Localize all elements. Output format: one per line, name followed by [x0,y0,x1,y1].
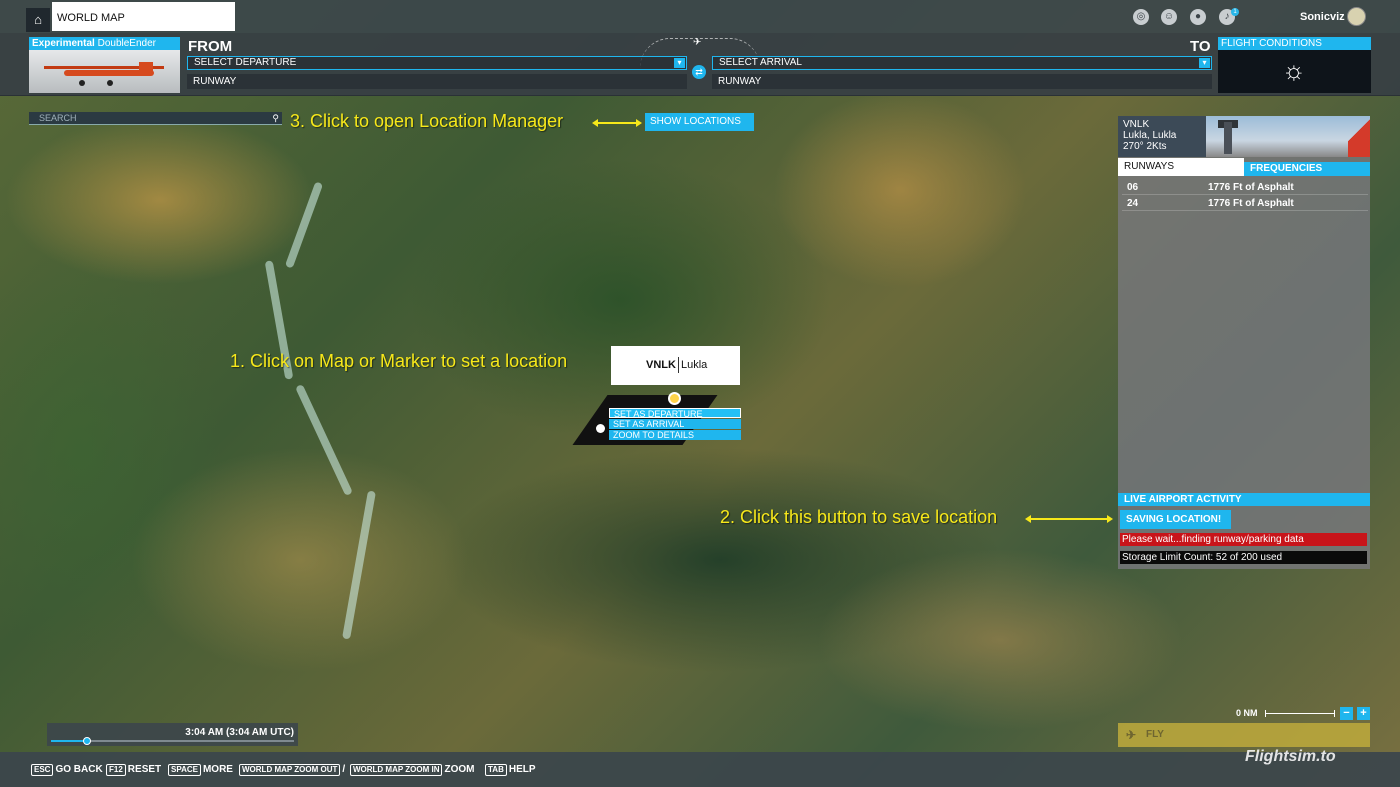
time-slider[interactable] [51,737,294,745]
arrival-select[interactable]: SELECT ARRIVAL ▾ [712,56,1212,70]
chevron-down-icon: ▾ [1199,58,1210,68]
runway-number: 06 [1127,182,1139,193]
hint-go-back[interactable]: ESC GO BACK [31,764,103,776]
plane-icon: ✈ [693,37,702,48]
storage-count: Storage Limit Count: 52 of 200 used [1120,551,1367,564]
search-icon: ⚲ [272,113,279,123]
annotation-step-3: 3. Click to open Location Manager [290,111,564,131]
airport-marker-icon[interactable] [668,392,681,405]
tab-runways[interactable]: RUNWAYS [1118,158,1244,176]
zoom-in-button[interactable]: + [1357,707,1370,720]
airport-icao: VNLK [1123,119,1150,130]
key-zoom-in: WORLD MAP ZOOM IN [349,764,443,776]
time-slider-handle[interactable] [83,737,92,745]
arrival-select-text: SELECT ARRIVAL [719,57,802,68]
friends-icon[interactable]: ☺ [1161,9,1177,25]
search-placeholder: SEARCH [39,113,77,123]
to-label: TO [1190,38,1211,55]
airport-panel: VNLK Lukla, Lukla 270° 2Kts RUNWAYS FREQ… [1118,116,1370,569]
aircraft-brand: Experimental [32,38,95,49]
key-tab: TAB [485,764,507,776]
notification-badge: 1 [1231,8,1239,16]
fly-label: FLY [1146,729,1164,740]
annotation-step-2: 2. Click this button to save location [720,507,998,527]
runway-row[interactable]: 06 1776 Ft of Asphalt [1122,180,1368,195]
airport-tabs: RUNWAYS FREQUENCIES [1118,158,1370,176]
hint-zoom[interactable]: WORLD MAP ZOOM OUT / WORLD MAP ZOOM IN ZOO… [239,764,474,776]
plane-icon: ✈ [1126,728,1137,742]
show-locations-button[interactable]: SHOW LOCATIONS [645,113,754,131]
flight-conditions-card[interactable]: FLIGHT CONDITIONS ☼ [1218,37,1371,93]
airport-info: VNLK Lukla, Lukla 270° 2Kts [1123,119,1176,152]
flight-conditions-title: FLIGHT CONDITIONS [1218,37,1371,50]
annotation-step-1: 1. Click on Map or Marker to set a locat… [230,351,568,371]
departure-select[interactable]: SELECT DEPARTURE ▾ [187,56,687,70]
map-scale-bar [1265,710,1335,717]
key-space: SPACE [168,764,201,776]
hint-more[interactable]: SPACE MORE [168,764,233,776]
hint-reset[interactable]: F12 RESET [106,764,161,776]
departure-runway[interactable]: RUNWAY [187,74,687,89]
tab-frequencies[interactable]: FREQUENCIES [1244,162,1370,176]
time-label: 3:04 AM (3:04 AM UTC) [185,727,294,738]
airport-header: VNLK Lukla, Lukla 270° 2Kts [1118,116,1370,157]
runway-row[interactable]: 24 1776 Ft of Asphalt [1122,196,1368,211]
runway-description: 1776 Ft of Asphalt [1208,198,1294,209]
zoom-out-button[interactable]: − [1340,707,1353,720]
departure-select-text: SELECT DEPARTURE [194,57,297,68]
save-location-button[interactable]: SAVING LOCATION! [1120,510,1231,529]
aircraft-card[interactable]: Experimental DoubleEnder [29,37,180,93]
username: Sonicviz [1300,11,1345,23]
aircraft-title: Experimental DoubleEnder [29,37,180,50]
wait-message: Please wait...finding runway/parking dat… [1120,533,1367,546]
live-airport-activity-header[interactable]: LIVE AIRPORT ACTIVITY [1118,493,1370,506]
achievements-icon[interactable]: ◎ [1133,9,1149,25]
watermark: Flightsim.to [1245,748,1336,765]
set-arrival-button[interactable]: SET AS ARRIVAL [609,419,741,429]
airport-wind: 270° 2Kts [1123,141,1167,152]
arrival-runway[interactable]: RUNWAY [712,74,1212,89]
airport-location: Lukla, Lukla [1123,130,1177,141]
key-f12: F12 [106,764,126,776]
map-river [342,490,376,640]
airport-popup[interactable]: VNLK Lukla [611,346,740,385]
key-esc: ESC [31,764,54,776]
aircraft-model: DoubleEnder [97,38,156,49]
map-scale-label: 0 NM [1236,708,1258,718]
map-river [295,383,353,497]
arrow-icon [592,119,642,127]
top-bar: ⌂ WORLD MAP ◎ ☺ ● ♪ 1 Sonicviz [0,0,1400,33]
aircraft-image [29,50,180,93]
popup-name: Lukla [680,359,708,371]
hint-help[interactable]: TAB HELP [485,764,536,776]
swap-icon[interactable]: ⇄ [692,65,706,79]
map-dot-icon[interactable] [596,424,605,433]
map-river [284,181,324,269]
key-zoom-out: WORLD MAP ZOOM OUT [239,764,341,776]
profile-icon[interactable]: ● [1190,9,1206,25]
runway-description: 1776 Ft of Asphalt [1208,182,1294,193]
time-slider-fill [51,740,88,742]
arrow-icon [1025,515,1113,523]
tab-world-map[interactable]: WORLD MAP [52,2,235,31]
search-input[interactable]: SEARCH ⚲ [29,112,282,125]
runway-number: 24 [1127,198,1139,209]
from-label: FROM [188,38,233,55]
avatar[interactable] [1347,7,1366,26]
popup-icao: VNLK [646,359,676,371]
time-of-day-control: 3:04 AM (3:04 AM UTC) [47,723,298,746]
home-icon[interactable]: ⌂ [26,8,50,32]
fly-button[interactable]: ✈ FLY [1118,723,1370,747]
sun-icon: ☼ [1282,55,1306,85]
zoom-to-details-button[interactable]: ZOOM TO DETAILS [609,430,741,440]
set-departure-button[interactable]: SET AS DEPARTURE [609,408,741,419]
